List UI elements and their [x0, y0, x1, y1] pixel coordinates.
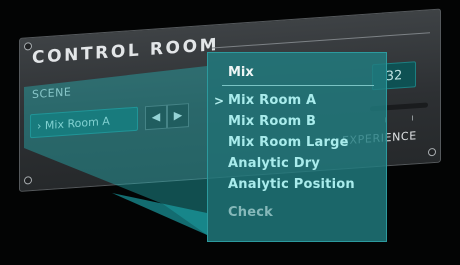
- slider-tick: [412, 115, 413, 121]
- check-item[interactable]: Check: [228, 205, 273, 220]
- menu-item[interactable]: Mix Room B: [228, 114, 316, 129]
- menu-divider: [222, 85, 374, 86]
- menu-item[interactable]: Analytic Position: [228, 177, 355, 192]
- mix-dropdown-menu: Mix > Mix Room A Mix Room B Mix Room Lar…: [207, 52, 387, 242]
- menu-heading: Mix: [228, 65, 254, 80]
- menu-item[interactable]: Analytic Dry: [228, 156, 320, 171]
- screw-icon: [428, 147, 436, 157]
- title-divider: [212, 32, 430, 49]
- panel-title: CONTROL ROOM: [32, 35, 220, 69]
- selected-marker-icon: >: [214, 94, 225, 108]
- screw-icon: [24, 42, 32, 51]
- menu-item[interactable]: Mix Room A: [228, 93, 316, 108]
- menu-item[interactable]: Mix Room Large: [228, 135, 349, 150]
- screw-icon: [24, 176, 32, 185]
